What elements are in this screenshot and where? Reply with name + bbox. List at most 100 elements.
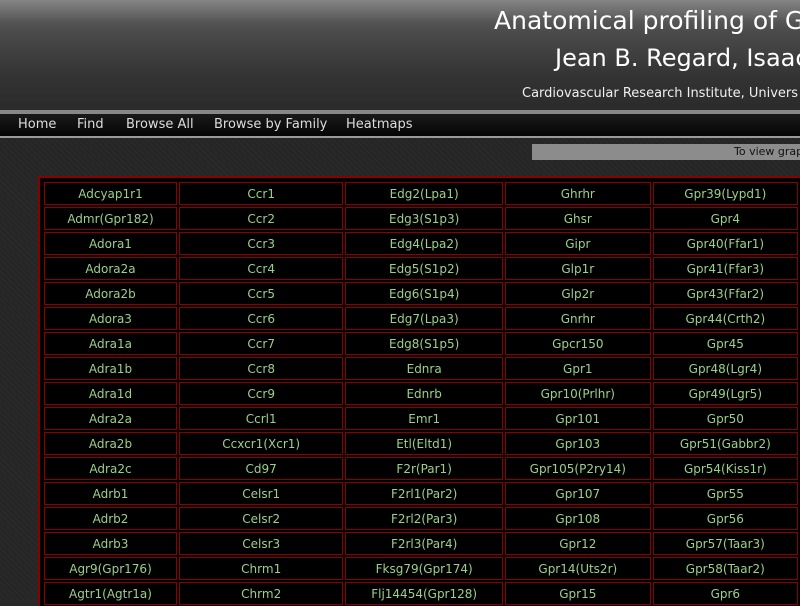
gene-link[interactable]: Gpr57(Taar3) xyxy=(652,532,798,555)
gene-link[interactable]: Gpr43(Ffar2) xyxy=(652,282,798,305)
gene-link[interactable]: Ednrb xyxy=(345,382,503,405)
gene-link[interactable]: Celsr3 xyxy=(178,532,344,555)
gene-link[interactable]: Gpr39(Lypd1) xyxy=(652,182,798,205)
gene-link[interactable]: Adra1a xyxy=(44,332,177,355)
gene-link[interactable]: Gpr51(Gabbr2) xyxy=(652,432,798,455)
gene-link[interactable]: Ccr2 xyxy=(178,207,344,230)
table-row: Adora3 Ccr6 Edg7(Lpa3) Gnrhr Gpr44(Crth2) xyxy=(44,307,798,330)
gene-link[interactable]: Gpr108 xyxy=(504,507,651,530)
gene-link[interactable]: Ccr1 xyxy=(178,182,344,205)
gene-link[interactable]: Fksg79(Gpr174) xyxy=(345,557,503,580)
gene-table: Adcyap1r1 Ccr1 Edg2(Lpa1) Ghrhr Gpr39(Lypd1)… xyxy=(42,180,800,606)
table-row: Adora2b Ccr5 Edg6(S1p4) Glp2r Gpr43(Ffar2) xyxy=(44,282,798,305)
gene-link[interactable]: Edg6(S1p4) xyxy=(345,282,503,305)
gene-link[interactable]: Ccr9 xyxy=(178,382,344,405)
gene-link[interactable]: Gpr49(Lgr5) xyxy=(652,382,798,405)
gene-link[interactable]: Flj14454(Gpr128) xyxy=(345,582,503,605)
gene-link[interactable]: Gpr4 xyxy=(652,207,798,230)
nav-find[interactable]: Find xyxy=(77,117,104,132)
nav-browse-all[interactable]: Browse All xyxy=(126,117,194,132)
nav-browse-by-family[interactable]: Browse by Family xyxy=(214,117,327,132)
gene-link[interactable]: Ghsr xyxy=(504,207,651,230)
gene-link[interactable]: Ednra xyxy=(345,357,503,380)
gene-grid: Adcyap1r1 Ccr1 Edg2(Lpa1) Ghrhr Gpr39(Lypd1)… xyxy=(38,176,800,606)
page-title: Anatomical profiling of G p xyxy=(494,6,800,35)
gene-link[interactable]: Gpr101 xyxy=(504,407,651,430)
gene-link[interactable]: Etl(Eltd1) xyxy=(345,432,503,455)
gene-link[interactable]: Celsr1 xyxy=(178,482,344,505)
gene-link[interactable]: Ccrl1 xyxy=(178,407,344,430)
gene-link[interactable]: Edg8(S1p5) xyxy=(345,332,503,355)
gene-link[interactable]: Ccr7 xyxy=(178,332,344,355)
gene-link[interactable]: Gipr xyxy=(504,232,651,255)
gene-link[interactable]: Edg4(Lpa2) xyxy=(345,232,503,255)
gene-link[interactable]: Gpr50 xyxy=(652,407,798,430)
gene-link[interactable]: Edg7(Lpa3) xyxy=(345,307,503,330)
table-row: Adra1a Ccr7 Edg8(S1p5) Gpcr150 Gpr45 xyxy=(44,332,798,355)
gene-link[interactable]: Adra1d xyxy=(44,382,177,405)
gene-link[interactable]: Celsr2 xyxy=(178,507,344,530)
gene-link[interactable]: Adora3 xyxy=(44,307,177,330)
gene-link[interactable]: Gpr14(Uts2r) xyxy=(504,557,651,580)
gene-link[interactable]: Ccr4 xyxy=(178,257,344,280)
gene-link[interactable]: Adora2b xyxy=(44,282,177,305)
gene-link[interactable]: Gpr105(P2ry14) xyxy=(504,457,651,480)
gene-link[interactable]: F2rl2(Par3) xyxy=(345,507,503,530)
gene-link[interactable]: F2rl3(Par4) xyxy=(345,532,503,555)
gene-link[interactable]: Gpr54(Kiss1r) xyxy=(652,457,798,480)
gene-link[interactable]: Chrm1 xyxy=(178,557,344,580)
gene-link[interactable]: Gpr103 xyxy=(504,432,651,455)
gene-link[interactable]: Adra1b xyxy=(44,357,177,380)
gene-link[interactable]: Adra2a xyxy=(44,407,177,430)
gene-link[interactable]: Agr9(Gpr176) xyxy=(44,557,177,580)
gene-link[interactable]: Gpr107 xyxy=(504,482,651,505)
gene-link[interactable]: Ccr6 xyxy=(178,307,344,330)
gene-link[interactable]: Adrb1 xyxy=(44,482,177,505)
gene-link[interactable]: Gpr40(Ffar1) xyxy=(652,232,798,255)
gene-link[interactable]: Adrb2 xyxy=(44,507,177,530)
gene-link[interactable]: Adra2b xyxy=(44,432,177,455)
gene-link[interactable]: Edg2(Lpa1) xyxy=(345,182,503,205)
gene-link[interactable]: Edg3(S1p3) xyxy=(345,207,503,230)
gene-link[interactable]: Ccr3 xyxy=(178,232,344,255)
gene-link[interactable]: Ghrhr xyxy=(504,182,651,205)
gene-link[interactable]: Gpr56 xyxy=(652,507,798,530)
gene-link[interactable]: Ccr5 xyxy=(178,282,344,305)
gene-link[interactable]: Ccxcr1(Xcr1) xyxy=(178,432,344,455)
gene-link[interactable]: Emr1 xyxy=(345,407,503,430)
table-row: Adora1 Ccr3 Edg4(Lpa2) Gipr Gpr40(Ffar1) xyxy=(44,232,798,255)
nav-home[interactable]: Home xyxy=(18,117,56,132)
gene-link[interactable]: Gpr41(Ffar3) xyxy=(652,257,798,280)
gene-link[interactable]: Glp2r xyxy=(504,282,651,305)
gene-link[interactable]: Gpr1 xyxy=(504,357,651,380)
gene-link[interactable]: Adcyap1r1 xyxy=(44,182,177,205)
gene-link[interactable]: Adora2a xyxy=(44,257,177,280)
gene-link[interactable]: F2r(Par1) xyxy=(345,457,503,480)
gene-link[interactable]: Gpr55 xyxy=(652,482,798,505)
table-row: Adra2c Cd97 F2r(Par1) Gpr105(P2ry14) Gpr54(K… xyxy=(44,457,798,480)
gene-link[interactable]: Gpr6 xyxy=(652,582,798,605)
gene-link[interactable]: Agtr1(Agtr1a) xyxy=(44,582,177,605)
nav-heatmaps[interactable]: Heatmaps xyxy=(346,117,413,132)
table-row: Adra2b Ccxcr1(Xcr1) Etl(Eltd1) Gpr103 Gpr51(… xyxy=(44,432,798,455)
gene-link[interactable]: Glp1r xyxy=(504,257,651,280)
gene-link[interactable]: Gnrhr xyxy=(504,307,651,330)
gene-link[interactable]: Gpr48(Lgr4) xyxy=(652,357,798,380)
gene-link[interactable]: Adora1 xyxy=(44,232,177,255)
gene-link[interactable]: Cd97 xyxy=(178,457,344,480)
gene-link[interactable]: Ccr8 xyxy=(178,357,344,380)
gene-link[interactable]: Gpcr150 xyxy=(504,332,651,355)
gene-link[interactable]: Gpr58(Taar2) xyxy=(652,557,798,580)
graph-notice: To view graph xyxy=(532,144,800,160)
gene-link[interactable]: Gpr12 xyxy=(504,532,651,555)
gene-link[interactable]: Gpr45 xyxy=(652,332,798,355)
gene-link[interactable]: F2rl1(Par2) xyxy=(345,482,503,505)
gene-link[interactable]: Admr(Gpr182) xyxy=(44,207,177,230)
gene-link[interactable]: Adrb3 xyxy=(44,532,177,555)
gene-link[interactable]: Gpr10(Prlhr) xyxy=(504,382,651,405)
gene-link[interactable]: Adra2c xyxy=(44,457,177,480)
gene-link[interactable]: Gpr15 xyxy=(504,582,651,605)
gene-link[interactable]: Chrm2 xyxy=(178,582,344,605)
gene-link[interactable]: Edg5(S1p2) xyxy=(345,257,503,280)
gene-link[interactable]: Gpr44(Crth2) xyxy=(652,307,798,330)
